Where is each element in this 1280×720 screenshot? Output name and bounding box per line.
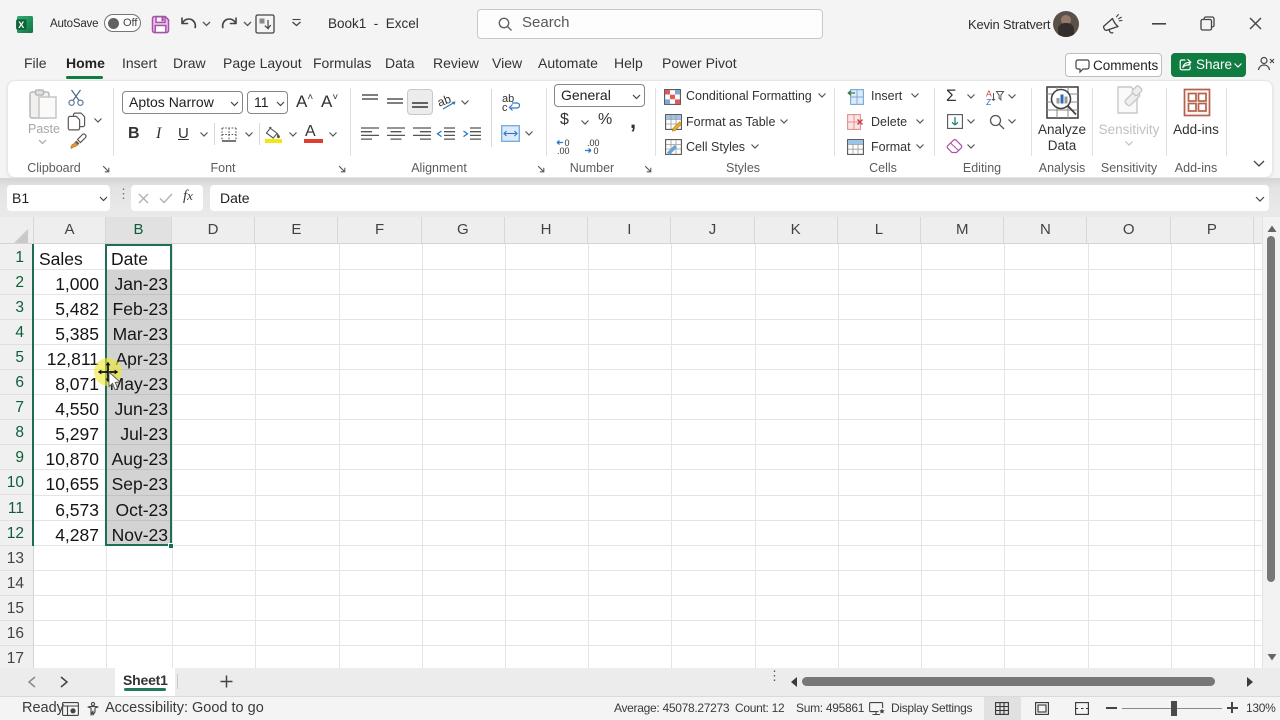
svg-text:.00: .00 xyxy=(557,146,570,156)
svg-text:0: 0 xyxy=(594,146,599,156)
svg-text:c: c xyxy=(502,102,508,114)
svg-text:Z: Z xyxy=(986,97,991,107)
svg-text:X: X xyxy=(18,20,24,30)
svg-text:ab: ab xyxy=(436,92,454,110)
